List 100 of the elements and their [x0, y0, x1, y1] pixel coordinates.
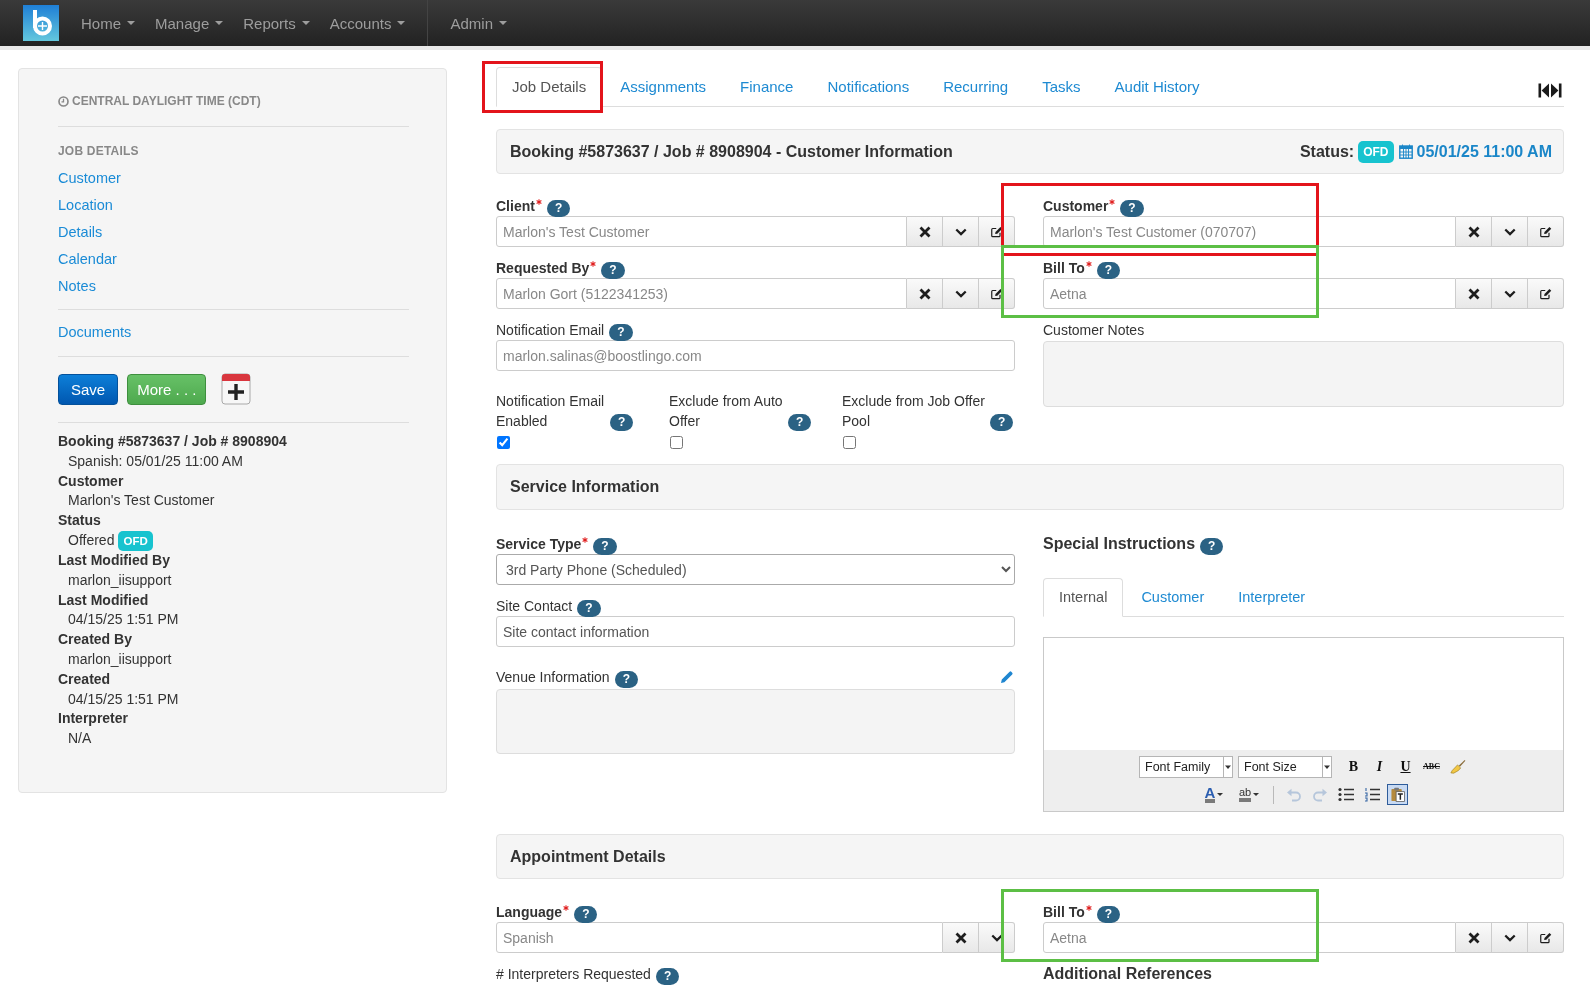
help-badge[interactable]: ?	[1200, 537, 1224, 555]
field-label: Service Type	[496, 535, 582, 554]
lookup-field[interactable]: Marlon's Test Customer	[496, 216, 907, 247]
sidebar-link[interactable]: Details	[58, 222, 103, 242]
sidebar-link[interactable]: Location	[58, 195, 113, 215]
clear-button[interactable]	[907, 278, 943, 309]
close-icon	[1467, 225, 1480, 238]
help-badge[interactable]: ?	[593, 537, 617, 555]
text-color-button[interactable]: A	[1199, 784, 1229, 805]
clear-button[interactable]	[943, 922, 979, 953]
help-badge[interactable]: ?	[788, 414, 812, 431]
clear-button[interactable]	[1456, 278, 1492, 309]
nav-menu[interactable]: Admin	[440, 14, 517, 32]
help-badge[interactable]: ?	[990, 414, 1014, 431]
calendar-plus-icon[interactable]	[221, 373, 252, 405]
tab[interactable]: Assignments	[604, 67, 723, 107]
status-label: Status:	[1299, 142, 1355, 161]
tab[interactable]: Job Details	[496, 67, 603, 107]
dropdown-button[interactable]	[1492, 278, 1528, 309]
paste-text-button[interactable]	[1387, 784, 1408, 805]
text-area-field[interactable]	[496, 689, 1015, 754]
help-badge[interactable]: ?	[601, 261, 625, 279]
summary-value: Spanish: 05/01/25 11:00 AM	[68, 451, 243, 471]
summary-value: marlon_iisupport	[68, 649, 172, 669]
tab[interactable]: Internal	[1043, 578, 1124, 617]
first-last-arrows-icon[interactable]	[1538, 83, 1562, 98]
clear-button[interactable]	[1456, 216, 1492, 247]
dropdown-button[interactable]	[943, 216, 979, 247]
clipboard-icon	[1389, 787, 1406, 802]
checkbox[interactable]	[843, 436, 856, 449]
highlight-color-button[interactable]: ab	[1234, 784, 1264, 805]
close-icon	[918, 287, 931, 300]
field-label: Customer Notes	[1043, 321, 1145, 340]
caret-icon	[499, 21, 507, 25]
sidebar-link[interactable]: Customer	[58, 168, 121, 188]
dropdown-button[interactable]	[943, 278, 979, 309]
help-badge[interactable]: ?	[577, 599, 601, 617]
field-label: Notification Email	[496, 321, 605, 340]
editor-input-field[interactable]	[1043, 637, 1564, 750]
tab[interactable]: Customer	[1125, 578, 1221, 617]
action-button[interactable]: Save	[58, 373, 119, 405]
checkbox-label: Exclude from Auto Offer	[669, 392, 784, 431]
help-badge[interactable]: ?	[614, 670, 638, 688]
lookup-field[interactable]: Marlon Gort (5122341253)	[496, 278, 907, 309]
help-badge[interactable]: ?	[609, 323, 633, 341]
summary-value: Marlon's Test Customer	[68, 491, 215, 511]
toolbar-dropdown[interactable]: Font Size	[1238, 755, 1332, 778]
underline-button[interactable]: U	[1395, 756, 1416, 777]
clear-button[interactable]	[907, 216, 943, 247]
nav-menu[interactable]: Home	[71, 14, 145, 32]
tab[interactable]: Notifications	[811, 67, 926, 107]
text-field[interactable]: marlon.salinas@boostlingo.com	[496, 340, 1015, 371]
bold-button[interactable]: B	[1343, 756, 1364, 777]
checkbox[interactable]	[497, 436, 510, 449]
help-badge[interactable]: ?	[574, 905, 598, 923]
italic-button[interactable]: I	[1369, 756, 1390, 777]
lookup-field[interactable]: Aetna	[1043, 278, 1456, 309]
help-badge[interactable]: ?	[546, 199, 571, 217]
dropdown-button[interactable]	[1492, 216, 1528, 247]
help-badge[interactable]: ?	[610, 414, 634, 431]
undo-icon	[1285, 787, 1302, 802]
edit-button[interactable]	[1528, 922, 1564, 953]
clear-button[interactable]	[1456, 922, 1492, 953]
tab[interactable]: Interpreter	[1222, 578, 1322, 617]
tab[interactable]: Finance	[724, 67, 810, 107]
appointment-date[interactable]: 05/01/25 11:00 AM	[1416, 142, 1552, 161]
toolbar-dropdown[interactable]: Font Family	[1139, 755, 1233, 778]
nav-menu[interactable]: Reports	[233, 14, 320, 32]
edit-button[interactable]	[1528, 278, 1564, 309]
checkbox[interactable]	[670, 436, 683, 449]
summary-label: Created	[58, 669, 112, 689]
help-badge[interactable]: ?	[1096, 905, 1121, 923]
caret-icon	[301, 21, 310, 25]
help-badge[interactable]: ?	[1120, 199, 1144, 217]
strikethrough-button[interactable]: ABC	[1421, 756, 1442, 777]
help-badge[interactable]: ?	[1096, 261, 1121, 279]
logo-icon[interactable]	[23, 5, 59, 41]
select-field[interactable]: 3rd Party Phone (Scheduled)	[496, 554, 1015, 585]
edit-button[interactable]	[1528, 216, 1564, 247]
field-label: Venue Information	[496, 668, 610, 687]
lookup-field[interactable]: Spanish	[496, 922, 943, 953]
text-area-field[interactable]	[1043, 341, 1564, 407]
lookup-field[interactable]: Aetna	[1043, 922, 1456, 953]
tab[interactable]: Audit History	[1098, 67, 1216, 107]
caret-icon	[1322, 756, 1331, 777]
help-badge[interactable]: ?	[655, 967, 680, 985]
action-button[interactable]: More . . .	[127, 373, 207, 405]
text-field[interactable]: Site contact information	[496, 616, 1015, 647]
field-label: Site Contact	[496, 597, 573, 616]
nav-menu[interactable]: Accounts	[319, 14, 416, 32]
tab[interactable]: Recurring	[927, 67, 1025, 107]
tab[interactable]: Tasks	[1026, 67, 1097, 107]
sidebar-link[interactable]: Calendar	[58, 249, 117, 269]
edit-icon	[1539, 225, 1552, 238]
dropdown-button[interactable]	[1492, 922, 1528, 953]
sidebar-link[interactable]: Notes	[58, 276, 96, 296]
nav-menu[interactable]: Manage	[145, 14, 234, 32]
pencil-icon[interactable]	[1000, 670, 1014, 684]
lookup-field[interactable]: Marlon's Test Customer (070707)	[1043, 216, 1456, 247]
sidebar-link[interactable]: Documents	[58, 322, 132, 342]
